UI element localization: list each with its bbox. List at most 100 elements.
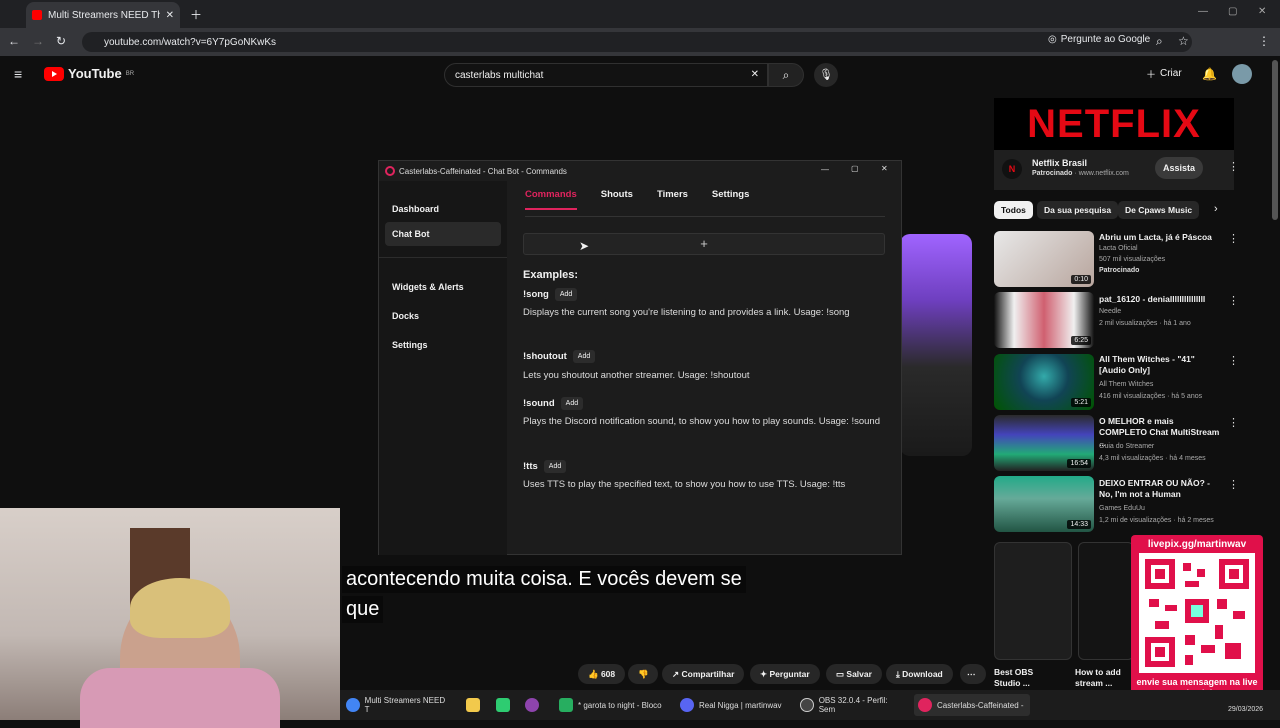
add-sound-button[interactable]: Add bbox=[560, 397, 584, 410]
taskbar-label: Multi Streamers NEED T bbox=[364, 696, 446, 714]
sidebar-item-settings[interactable]: Settings bbox=[385, 333, 501, 357]
rec-thumbnail[interactable]: 0:10 bbox=[994, 231, 1094, 287]
chip-de-cpaws-music[interactable]: De Cpaws Music bbox=[1118, 201, 1200, 219]
add-shoutout-button[interactable]: Add bbox=[572, 350, 596, 363]
taskbar-item-explorer[interactable] bbox=[462, 694, 484, 716]
region-code: BR bbox=[125, 70, 135, 77]
clear-search-icon[interactable]: ✕ bbox=[751, 69, 759, 80]
download-button[interactable]: ⤓ Download bbox=[886, 664, 953, 684]
rec-thumbnail[interactable]: 6:25 bbox=[994, 292, 1094, 348]
ask-google-button[interactable]: ◎ Pergunte ao Google bbox=[1048, 34, 1150, 45]
rec-title[interactable]: pat_16120 - denialllllllllllllll bbox=[1099, 294, 1221, 305]
chrome-icon bbox=[346, 698, 360, 712]
rec-more-icon[interactable]: ⋮ bbox=[1228, 232, 1239, 245]
example-command: !sound Add bbox=[523, 397, 584, 410]
maximize-window-icon[interactable]: ▢ bbox=[1228, 6, 1237, 17]
taskbar-item-notepad[interactable]: * garota to night - Bloco bbox=[555, 694, 667, 716]
taskbar-item-casterlabs[interactable]: Casterlabs-Caffeinated - bbox=[914, 694, 1030, 716]
voice-search-button[interactable]: 🎙 bbox=[814, 63, 838, 87]
more-actions-button[interactable]: ⋯ bbox=[960, 664, 986, 684]
sidebar-item-docks[interactable]: Docks bbox=[385, 304, 501, 328]
notifications-bell-icon[interactable]: 🔔 bbox=[1202, 67, 1217, 81]
forward-icon[interactable]: → bbox=[32, 34, 44, 48]
grid-thumbnail[interactable] bbox=[994, 542, 1072, 660]
sidebar-item-widgets-alerts[interactable]: Widgets & Alerts bbox=[385, 275, 501, 299]
browser-tab-title: Multi Streamers NEED This Free bbox=[48, 9, 160, 21]
sidebar-item-chat-bot[interactable]: Chat Bot bbox=[385, 222, 501, 246]
search-input[interactable]: casterlabs multichat ✕ bbox=[444, 63, 768, 87]
youtube-play-icon bbox=[44, 66, 64, 81]
reload-icon[interactable]: ↻ bbox=[56, 34, 66, 48]
app-tabs: Commands Shouts Timers Settings bbox=[525, 189, 749, 210]
page-scrollbar[interactable] bbox=[1272, 60, 1278, 220]
add-tts-button[interactable]: Add bbox=[543, 460, 567, 473]
rec-thumbnail[interactable]: 16:54 bbox=[994, 415, 1094, 471]
rec-title[interactable]: DEIXO ENTRAR OU NÃO? - No, I'm not a Hum… bbox=[1099, 478, 1221, 500]
search-value: casterlabs multichat bbox=[455, 70, 544, 81]
save-button[interactable]: ▭ Salvar bbox=[826, 664, 882, 684]
new-tab-icon[interactable]: ＋ bbox=[190, 6, 202, 23]
grid-title[interactable]: Best OBS Studio ... bbox=[994, 667, 1054, 689]
chips-next-icon[interactable]: › bbox=[1214, 203, 1218, 215]
command-description: Displays the current song you're listeni… bbox=[523, 307, 850, 318]
rec-more-icon[interactable]: ⋮ bbox=[1228, 478, 1239, 491]
share-button[interactable]: ↗ Compartilhar bbox=[662, 664, 745, 684]
chip-todos[interactable]: Todos bbox=[994, 201, 1033, 219]
rec-title[interactable]: Abriu um Lacta, já é Páscoa bbox=[1099, 232, 1221, 243]
taskbar-label: * garota to night - Bloco bbox=[578, 700, 662, 710]
rec-more-icon[interactable]: ⋮ bbox=[1228, 294, 1239, 307]
casterlabs-window: Casterlabs-Caffeinated - Chat Bot - Comm… bbox=[378, 160, 902, 555]
rec-more-icon[interactable]: ⋮ bbox=[1228, 416, 1239, 429]
tab-shouts[interactable]: Shouts bbox=[601, 189, 633, 210]
taskbar-item-chrome[interactable]: Multi Streamers NEED T bbox=[342, 694, 454, 716]
rec-views: 507 mil visualizações bbox=[1099, 256, 1166, 263]
app-maximize-icon[interactable]: ▢ bbox=[851, 164, 859, 173]
add-song-button[interactable]: Add bbox=[554, 288, 578, 301]
sidebar-item-dashboard[interactable]: Dashboard bbox=[385, 197, 501, 221]
rec-views: 4,3 mil visualizações · há 4 meses bbox=[1099, 455, 1206, 462]
zoom-icon[interactable]: ⌕ bbox=[1156, 34, 1163, 49]
browser-tab[interactable]: Multi Streamers NEED This Free ✕ bbox=[26, 2, 180, 28]
app-minimize-icon[interactable]: — bbox=[821, 165, 829, 174]
bookmark-star-icon[interactable]: ☆ bbox=[1178, 34, 1189, 48]
tab-commands[interactable]: Commands bbox=[525, 189, 577, 210]
back-icon[interactable]: ← bbox=[8, 34, 20, 48]
grid-title[interactable]: How to add stream ... bbox=[1075, 667, 1135, 689]
tab-settings[interactable]: Settings bbox=[712, 189, 749, 210]
rec-channel[interactable]: Lacta Oficial bbox=[1099, 243, 1229, 254]
taskbar-item-discord[interactable]: Real Nigga | martinwav bbox=[676, 694, 788, 716]
create-button[interactable]: ＋ Criar bbox=[1146, 66, 1182, 81]
rec-channel[interactable]: Guia do Streamer bbox=[1099, 441, 1229, 452]
grid-thumbnail[interactable] bbox=[1078, 542, 1134, 660]
taskbar-item-obs[interactable]: OBS 32.0.4 - Perfil: Sem bbox=[796, 694, 908, 716]
browser-menu-icon[interactable]: ⋮ bbox=[1258, 34, 1270, 48]
hamburger-menu-icon[interactable]: ≡ bbox=[14, 66, 22, 82]
add-command-button[interactable]: + bbox=[523, 233, 885, 255]
tab-timers[interactable]: Timers bbox=[657, 189, 688, 210]
ad-banner[interactable]: NETFLIX bbox=[994, 98, 1234, 150]
ad-cta-button[interactable]: Assista bbox=[1155, 157, 1203, 179]
rec-more-icon[interactable]: ⋮ bbox=[1228, 354, 1239, 367]
rec-channel[interactable]: Needle bbox=[1099, 306, 1229, 317]
taskbar-item-app[interactable] bbox=[492, 694, 514, 716]
address-bar[interactable]: youtube.com/watch?v=6Y7pGoNKwKs bbox=[82, 32, 1192, 52]
close-window-icon[interactable]: ✕ bbox=[1258, 6, 1266, 17]
like-button[interactable]: 👍 608 bbox=[578, 664, 626, 684]
app-close-icon[interactable]: ✕ bbox=[881, 164, 888, 173]
dislike-button[interactable]: 👎 bbox=[628, 664, 658, 684]
youtube-logo[interactable]: YouTube BR bbox=[44, 66, 134, 81]
rec-title[interactable]: All Them Witches - "41" [Audio Only] bbox=[1099, 354, 1221, 376]
rec-thumbnail[interactable]: 5:21 bbox=[994, 354, 1094, 410]
close-tab-icon[interactable]: ✕ bbox=[166, 10, 174, 21]
minimize-window-icon[interactable]: — bbox=[1198, 6, 1208, 17]
ask-button[interactable]: ✦ Perguntar bbox=[750, 664, 820, 684]
duration-badge: 5:21 bbox=[1071, 398, 1091, 407]
chip-da-sua-pesquisa[interactable]: Da sua pesquisa bbox=[1037, 201, 1119, 219]
ad-more-icon[interactable]: ⋮ bbox=[1228, 160, 1239, 173]
rec-channel[interactable]: All Them Witches bbox=[1099, 379, 1229, 390]
taskbar-item-app[interactable] bbox=[521, 694, 543, 716]
rec-thumbnail[interactable]: 14:33 bbox=[994, 476, 1094, 532]
rec-channel[interactable]: Games EduUu bbox=[1099, 503, 1229, 514]
search-button[interactable]: ⌕ bbox=[768, 63, 804, 87]
avatar[interactable] bbox=[1232, 64, 1252, 84]
